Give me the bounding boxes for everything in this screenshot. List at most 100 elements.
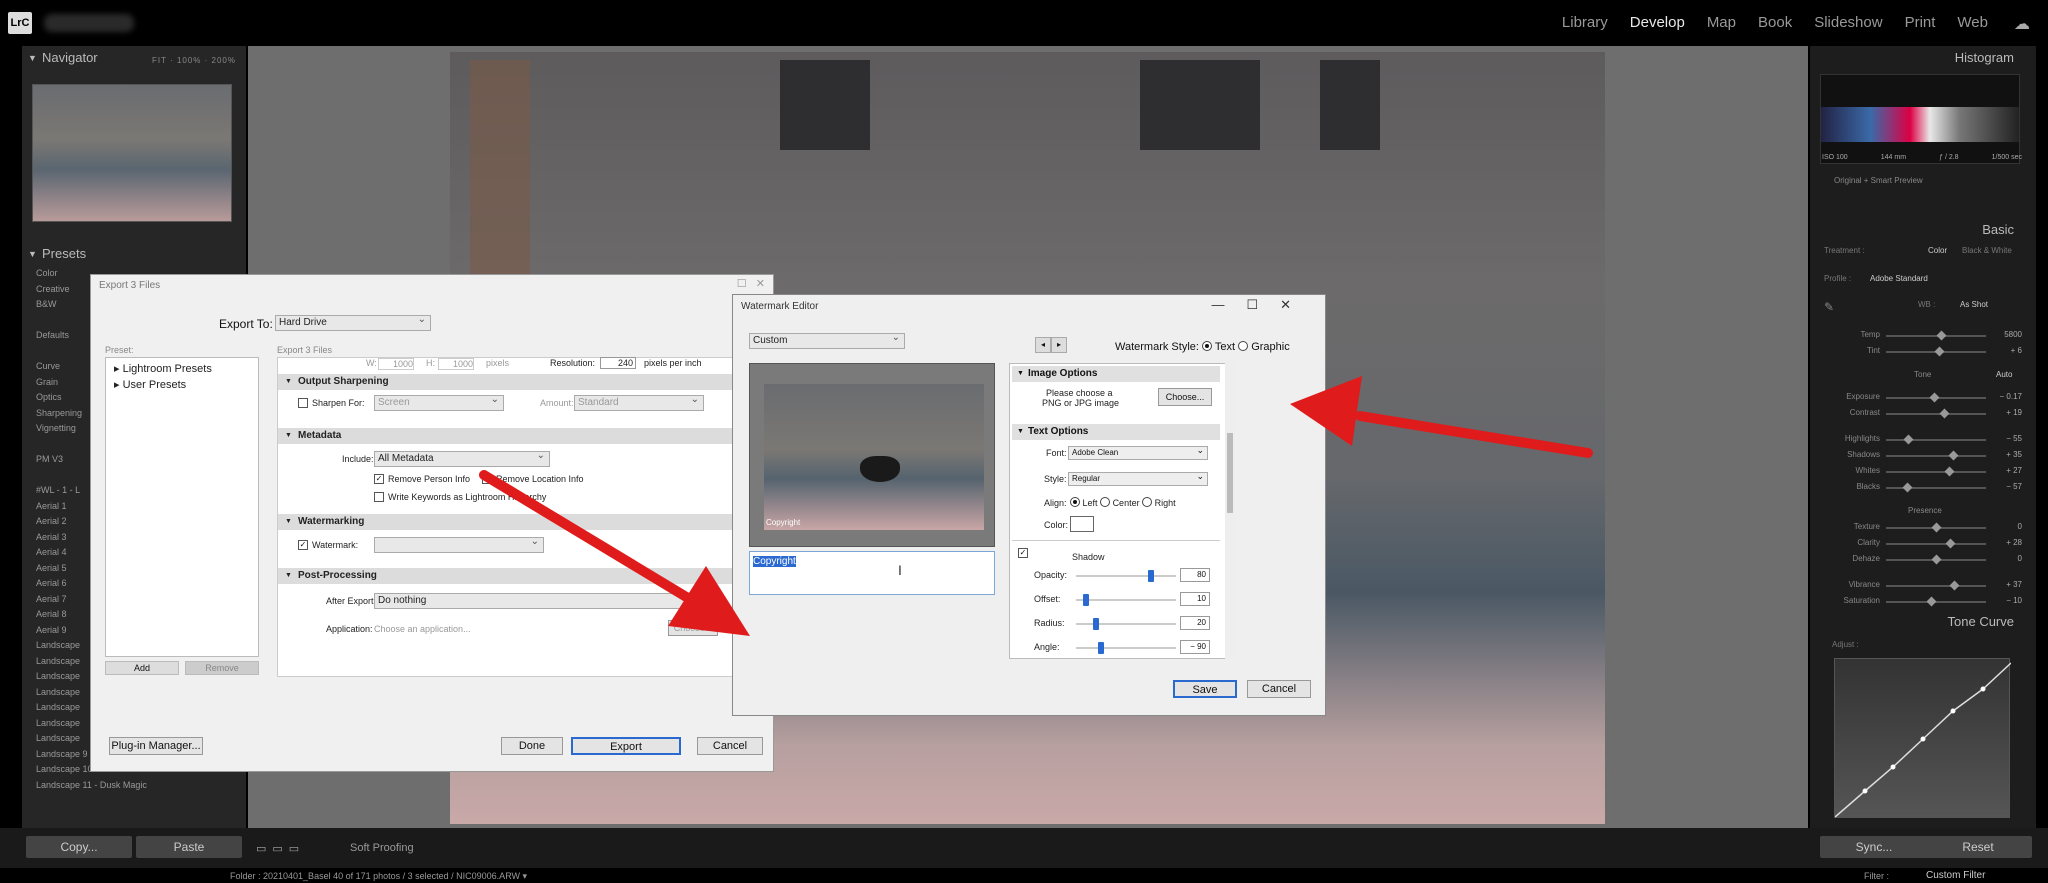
- align-left-radio[interactable]: [1070, 497, 1080, 507]
- color-swatch[interactable]: [1070, 516, 1094, 532]
- cancel-export-button[interactable]: Cancel: [697, 737, 763, 755]
- slider-knob[interactable]: [1944, 466, 1955, 477]
- slider-vibrance[interactable]: Vibrance + 37: [1822, 580, 2022, 592]
- slider-contrast[interactable]: Contrast + 19: [1822, 408, 2022, 420]
- paste-settings-button[interactable]: Paste: [136, 836, 242, 858]
- style-select[interactable]: Regular: [1068, 470, 1208, 486]
- view-mode-icons[interactable]: ▭▭▭: [256, 842, 305, 855]
- slider-value[interactable]: 0: [1992, 522, 2022, 531]
- slider-saturation[interactable]: Saturation − 10: [1822, 596, 2022, 608]
- remove-person-checkbox[interactable]: [374, 474, 384, 484]
- application-select[interactable]: Choose an application...: [374, 624, 664, 634]
- previous-image-button[interactable]: ◂: [1035, 337, 1051, 353]
- window-controls[interactable]: —☐✕: [1211, 297, 1313, 313]
- slider-blacks[interactable]: Blacks − 57: [1822, 482, 2022, 494]
- radius-slider[interactable]: [1076, 623, 1176, 625]
- write-keywords-checkbox[interactable]: [374, 492, 384, 502]
- sync-button[interactable]: Sync...: [1820, 836, 1928, 858]
- slider-knob[interactable]: [1931, 554, 1942, 565]
- slider-value[interactable]: − 55: [1992, 434, 2022, 443]
- slider-shadows[interactable]: Shadows + 35: [1822, 450, 2022, 462]
- options-scrollbar[interactable]: [1225, 363, 1235, 659]
- slider-temp[interactable]: Temp 5800: [1822, 330, 2022, 342]
- next-image-button[interactable]: ▸: [1051, 337, 1067, 353]
- resolution-input[interactable]: 240: [600, 357, 636, 369]
- amount-select[interactable]: Standard: [574, 393, 704, 411]
- slider-knob[interactable]: [1931, 522, 1942, 533]
- after-export-select[interactable]: Do nothing: [374, 591, 714, 609]
- profile-value[interactable]: Adobe Standard: [1870, 274, 1928, 283]
- slider-value[interactable]: + 37: [1992, 580, 2022, 589]
- slider-exposure[interactable]: Exposure − 0.17: [1822, 392, 2022, 404]
- tone-curve-graph[interactable]: [1834, 658, 2012, 818]
- module-develop[interactable]: Develop: [1630, 14, 1685, 31]
- scroll-thumb[interactable]: [1227, 433, 1233, 513]
- watermark-text-input[interactable]: Copyright I: [749, 551, 995, 595]
- remove-location-checkbox[interactable]: [482, 474, 492, 484]
- offset-slider[interactable]: [1076, 599, 1176, 601]
- slider-knob[interactable]: [1903, 434, 1914, 445]
- slider-knob[interactable]: [1945, 538, 1956, 549]
- auto-tone-button[interactable]: Auto: [1996, 370, 2012, 379]
- slider-value[interactable]: − 57: [1992, 482, 2022, 491]
- presets-header[interactable]: ▼ Presets: [22, 244, 246, 264]
- slider-value[interactable]: + 27: [1992, 466, 2022, 475]
- module-web[interactable]: Web: [1957, 14, 1988, 31]
- watermark-checkbox[interactable]: [298, 540, 308, 550]
- slider-track[interactable]: [1886, 392, 1986, 403]
- resolution-units[interactable]: pixels per inch: [644, 358, 702, 368]
- style-text-radio[interactable]: [1202, 341, 1213, 351]
- slider-track[interactable]: [1886, 580, 1986, 591]
- section-output-sharpening[interactable]: Output Sharpening: [278, 374, 734, 390]
- align-center-label[interactable]: Center: [1113, 498, 1140, 508]
- style-text-label[interactable]: Text: [1215, 341, 1235, 353]
- align-center-radio[interactable]: [1100, 497, 1111, 507]
- slider-value[interactable]: − 10: [1992, 596, 2022, 605]
- module-slideshow[interactable]: Slideshow: [1814, 14, 1882, 31]
- slider-knob[interactable]: [1939, 408, 1950, 419]
- height-input[interactable]: 1000: [438, 358, 474, 370]
- treatment-color[interactable]: Color: [1928, 246, 1947, 255]
- slider-knob[interactable]: [1934, 346, 1945, 357]
- angle-slider[interactable]: [1076, 647, 1176, 649]
- plugin-manager-button[interactable]: Plug-in Manager...: [109, 737, 203, 755]
- navigator-header[interactable]: ▼ Navigator FIT · 100% · 200%: [22, 48, 246, 68]
- copy-settings-button[interactable]: Copy...: [26, 836, 132, 858]
- preset-tree-lightroom[interactable]: ▸ Lightroom Presets: [114, 362, 212, 375]
- watermark-preview-text[interactable]: Copyright: [766, 518, 800, 527]
- slider-track[interactable]: [1886, 408, 1986, 419]
- align-right-label[interactable]: Right: [1155, 498, 1176, 508]
- slider-dehaze[interactable]: Dehaze 0: [1822, 554, 2022, 566]
- preset-item[interactable]: Landscape 11 - Dusk Magic: [36, 778, 147, 794]
- slider-tint[interactable]: Tint + 6: [1822, 346, 2022, 358]
- angle-input[interactable]: − 90: [1180, 640, 1210, 654]
- shadow-checkbox[interactable]: [1018, 548, 1028, 558]
- slider-track[interactable]: [1886, 330, 1986, 341]
- slider-track[interactable]: [1886, 482, 1986, 493]
- include-select[interactable]: All Metadata: [374, 449, 550, 467]
- histogram-title[interactable]: Histogram: [1955, 50, 2014, 65]
- slider-knob[interactable]: [1949, 580, 1960, 591]
- navigator-thumbnail[interactable]: [32, 84, 232, 222]
- save-watermark-button[interactable]: Save: [1173, 680, 1237, 698]
- slider-track[interactable]: [1886, 522, 1986, 533]
- watermark-preset-select[interactable]: Custom: [749, 331, 905, 349]
- offset-slider-knob[interactable]: [1083, 594, 1089, 606]
- section-metadata[interactable]: Metadata: [278, 428, 734, 444]
- slider-knob[interactable]: [1929, 392, 1940, 403]
- choose-application-button[interactable]: Choose...: [668, 620, 718, 636]
- slider-track[interactable]: [1886, 450, 1986, 461]
- watermark-select[interactable]: [374, 535, 544, 553]
- style-graphic-label[interactable]: Graphic: [1251, 341, 1290, 353]
- navigator-zoom-options[interactable]: FIT · 100% · 200%: [152, 51, 236, 71]
- eyedropper-icon[interactable]: ✎: [1824, 300, 1834, 314]
- angle-slider-knob[interactable]: [1098, 642, 1104, 654]
- opacity-slider[interactable]: [1076, 575, 1176, 577]
- cloud-icon[interactable]: ☁: [2014, 14, 2030, 34]
- slider-track[interactable]: [1886, 554, 1986, 565]
- done-button[interactable]: Done: [501, 737, 563, 755]
- slider-track[interactable]: [1886, 538, 1986, 549]
- slider-knob[interactable]: [1936, 330, 1947, 341]
- module-print[interactable]: Print: [1905, 14, 1936, 31]
- slider-clarity[interactable]: Clarity + 28: [1822, 538, 2022, 550]
